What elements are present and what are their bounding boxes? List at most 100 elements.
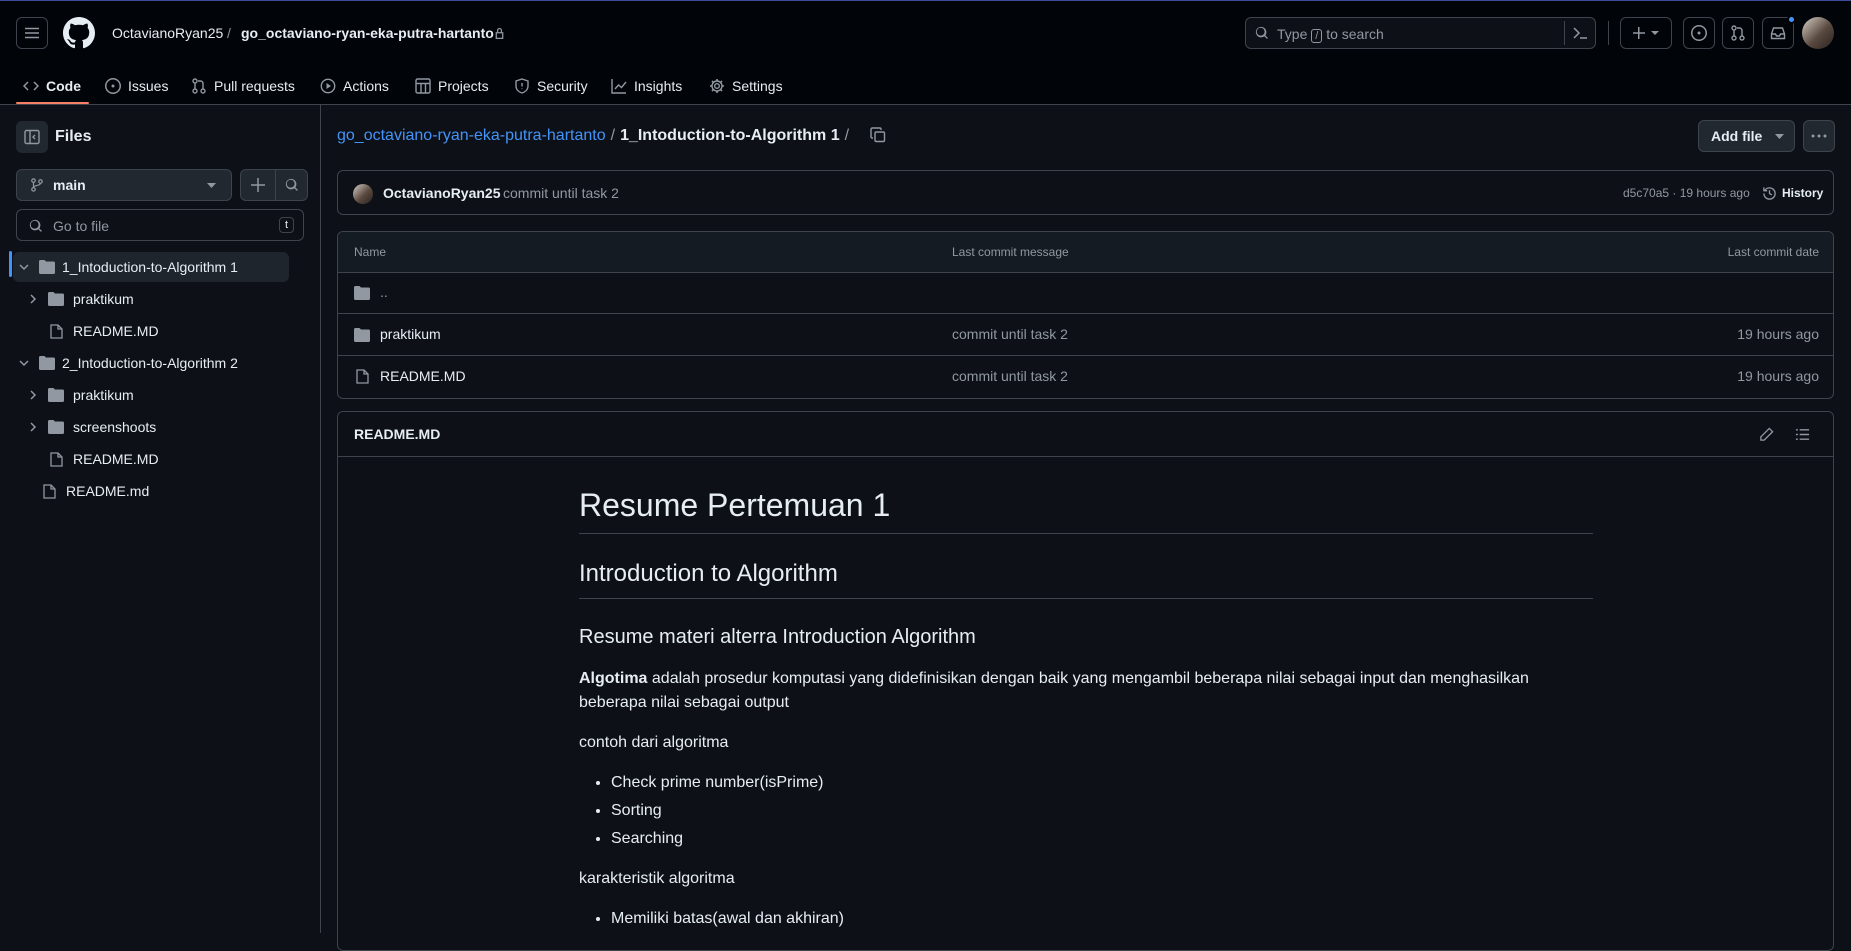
shield-icon	[515, 78, 529, 94]
readme-paragraph: Algotima adalah prosedur komputasi yang …	[579, 667, 1593, 715]
search-files-button[interactable]	[276, 170, 308, 200]
tab-code[interactable]: Code	[23, 72, 81, 100]
parent-directory-link[interactable]: ..	[380, 284, 388, 300]
top-bar: OctavianoRyan25 / go_octaviano-ryan-eka-…	[0, 0, 1851, 66]
tree-item-label: README.MD	[73, 451, 159, 467]
list-outline-icon[interactable]	[1795, 427, 1810, 442]
add-file-button[interactable]	[241, 170, 275, 200]
projects-icon	[415, 78, 431, 94]
chevron-right-icon	[30, 294, 37, 304]
chevron-down-icon	[207, 183, 216, 188]
column-header-name: Name	[354, 245, 387, 259]
git-branch-icon	[31, 178, 43, 192]
readme-list: Memiliki batas(awal dan akhiran)	[579, 907, 1593, 931]
pull-request-icon	[1731, 25, 1745, 41]
selected-indicator	[9, 251, 12, 277]
owner-link[interactable]: OctavianoRyan25	[112, 25, 223, 41]
inbox-icon	[1770, 27, 1786, 40]
kebab-horizontal-icon	[1811, 134, 1827, 138]
pull-requests-shortcut-button[interactable]	[1722, 17, 1754, 49]
history-link[interactable]: History	[1782, 185, 1823, 201]
file-table: Name Last commit message Last commit dat…	[337, 231, 1834, 399]
tree-item-folder[interactable]: screenshoots	[20, 412, 300, 442]
notification-dot	[1787, 15, 1796, 24]
github-logo[interactable]	[63, 17, 95, 49]
issues-shortcut-button[interactable]	[1683, 17, 1715, 49]
tree-item-label: screenshoots	[73, 419, 157, 435]
active-tab-indicator	[16, 102, 89, 104]
tree-item-label: 1_Intoduction-to-Algorithm 1	[62, 259, 238, 275]
breadcrumb-current: 1_Intoduction-to-Algorithm 1	[620, 127, 840, 144]
list-item: Memiliki batas(awal dan akhiran)	[611, 907, 1593, 931]
parent-directory-row[interactable]: ..	[338, 273, 1833, 313]
pencil-icon[interactable]	[1759, 427, 1774, 442]
graph-icon	[611, 79, 627, 94]
create-new-button[interactable]	[1620, 17, 1672, 49]
folder-icon	[48, 388, 64, 402]
actions-icon	[320, 78, 336, 94]
add-file-dropdown[interactable]: Add file	[1698, 120, 1795, 152]
folder-icon	[48, 292, 64, 306]
tab-issues[interactable]: Issues	[105, 72, 168, 100]
breadcrumb: go_octaviano-ryan-eka-putra-hartanto / 1…	[337, 127, 849, 145]
table-row[interactable]: praktikum commit until task 2 19 hours a…	[338, 314, 1833, 355]
go-to-file-placeholder: Go to file	[53, 218, 110, 234]
tree-item-folder[interactable]: 1_Intoduction-to-Algorithm 1	[13, 252, 289, 282]
tab-actions-label: Actions	[343, 78, 389, 94]
breadcrumb-repo-link[interactable]: go_octaviano-ryan-eka-putra-hartanto	[337, 127, 606, 145]
commit-message[interactable]: commit until task 2	[503, 185, 619, 201]
file-name-link[interactable]: README.MD	[380, 368, 466, 384]
tree-item-label: praktikum	[73, 291, 134, 307]
more-options-button[interactable]	[1803, 120, 1835, 152]
tree-item-label: README.MD	[73, 323, 159, 339]
gear-icon	[710, 79, 724, 93]
branch-name: main	[53, 177, 86, 193]
tab-security[interactable]: Security	[514, 72, 588, 100]
collapse-sidebar-button[interactable]	[16, 121, 48, 153]
tree-item-label: praktikum	[73, 387, 134, 403]
commit-message-link[interactable]: commit until task 2	[952, 368, 1068, 384]
tree-item-file[interactable]: README.md	[13, 476, 293, 506]
chevron-down-icon	[19, 264, 29, 271]
command-palette-icon[interactable]	[1572, 26, 1588, 40]
issue-icon	[1691, 25, 1707, 41]
tab-actions[interactable]: Actions	[320, 72, 389, 100]
commit-hash-time[interactable]: d5c70a5 · 19 hours ago	[1623, 186, 1750, 200]
tree-item-label: 2_Intoduction-to-Algorithm 2	[62, 355, 238, 371]
branch-selector[interactable]: main	[16, 169, 232, 201]
readme-heading-1: Resume Pertemuan 1	[579, 485, 1593, 534]
tree-item-folder[interactable]: praktikum	[20, 284, 300, 314]
tab-projects-label: Projects	[438, 78, 489, 94]
file-icon	[50, 451, 63, 467]
pull-request-icon	[192, 78, 206, 94]
commit-author-avatar[interactable]	[353, 184, 373, 204]
tree-item-file[interactable]: README.MD	[20, 444, 300, 474]
commit-message-link[interactable]: commit until task 2	[952, 326, 1068, 342]
commit-date: 19 hours ago	[1737, 368, 1819, 384]
tab-insights-label: Insights	[634, 78, 683, 94]
tab-projects[interactable]: Projects	[415, 72, 489, 100]
chevron-down-icon	[19, 360, 29, 367]
tree-item-file[interactable]: README.MD	[20, 316, 300, 346]
avatar[interactable]	[1802, 17, 1834, 49]
tab-settings-label: Settings	[732, 78, 783, 94]
readme-filename[interactable]: README.MD	[354, 426, 440, 442]
repo-link[interactable]: go_octaviano-ryan-eka-putra-hartanto	[241, 25, 494, 41]
tab-pull-requests[interactable]: Pull requests	[191, 72, 295, 100]
file-icon	[356, 369, 369, 384]
menu-button[interactable]	[16, 17, 48, 49]
table-row[interactable]: README.MD commit until task 2 19 hours a…	[338, 356, 1833, 397]
search-input[interactable]: Type / to search	[1245, 17, 1596, 49]
breadcrumb-separator: /	[610, 127, 616, 144]
commit-author[interactable]: OctavianoRyan25	[383, 185, 501, 201]
tab-settings[interactable]: Settings	[709, 72, 783, 100]
copy-icon[interactable]	[870, 127, 886, 143]
tab-insights[interactable]: Insights	[611, 72, 682, 100]
file-name-link[interactable]: praktikum	[380, 326, 441, 342]
go-to-file-input[interactable]: Go to file t	[16, 209, 304, 241]
plus-icon	[251, 178, 265, 192]
readme-paragraph: contoh dari algoritma	[579, 734, 729, 751]
tree-item-folder[interactable]: praktikum	[20, 380, 300, 410]
tree-item-folder[interactable]: 2_Intoduction-to-Algorithm 2	[13, 348, 293, 378]
commit-date: 19 hours ago	[1737, 326, 1819, 342]
